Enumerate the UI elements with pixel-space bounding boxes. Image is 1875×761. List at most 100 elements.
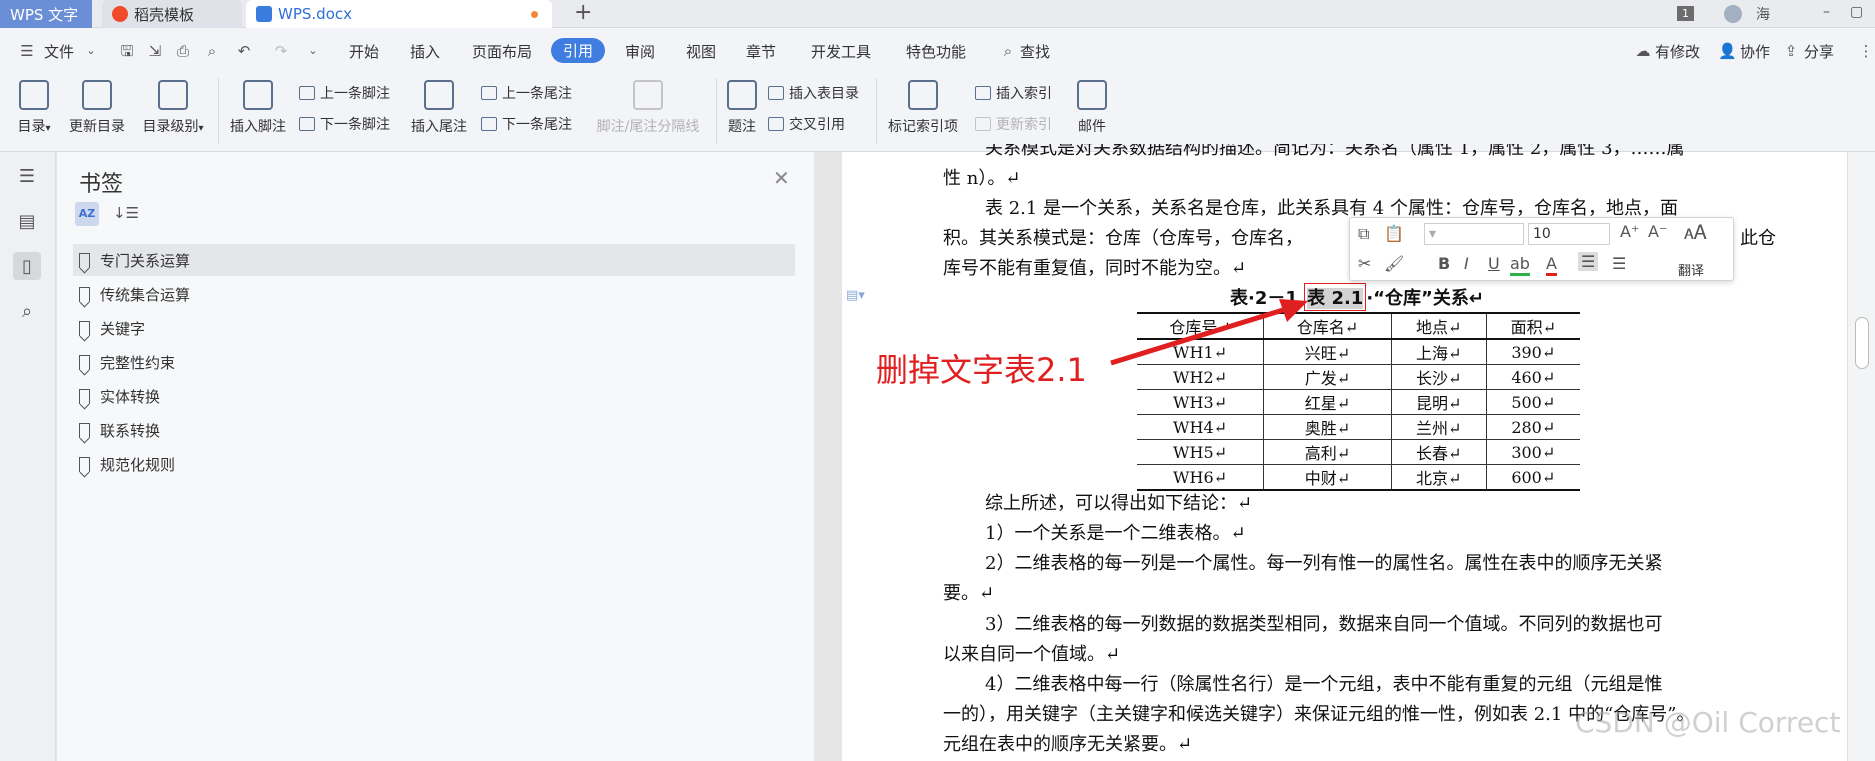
bookmark-item-icon bbox=[79, 456, 90, 472]
bold-icon[interactable]: B bbox=[1438, 254, 1450, 273]
cross-ref-button[interactable]: 交叉引用 bbox=[768, 114, 845, 134]
toc-button[interactable]: 目录▾ bbox=[12, 80, 56, 136]
table-cell: 390↵ bbox=[1485, 339, 1580, 365]
new-tab-plus-icon[interactable]: + bbox=[574, 0, 592, 26]
search-icon[interactable]: ⌕ bbox=[999, 42, 1017, 60]
mark-index-button[interactable]: 标记索引项 bbox=[884, 80, 962, 136]
minimize-icon[interactable]: – bbox=[1823, 4, 1830, 20]
paragraph-anchor-icon[interactable]: ▤▾ bbox=[846, 288, 865, 303]
restore-icon[interactable]: ▢ bbox=[1850, 4, 1863, 20]
table-cell: 280↵ bbox=[1485, 414, 1580, 440]
prev-endnote-button[interactable]: 上一条尾注 bbox=[481, 83, 572, 103]
print-preview-icon[interactable]: ⌕ bbox=[203, 42, 221, 60]
chevron-down-icon[interactable]: ⌄ bbox=[82, 42, 100, 60]
bookmark-item[interactable]: 关键字 bbox=[73, 312, 795, 344]
menu-layout[interactable]: 页面布局 bbox=[472, 41, 532, 62]
more-vertical-icon[interactable]: ⋮ bbox=[1857, 42, 1875, 60]
shrink-font-icon[interactable]: A⁻ bbox=[1648, 222, 1667, 241]
line-spacing-icon[interactable]: ☰ bbox=[1612, 254, 1626, 273]
menu-chapter[interactable]: 章节 bbox=[746, 41, 776, 62]
separator-icon bbox=[633, 80, 663, 110]
grow-font-icon[interactable]: A⁺ bbox=[1620, 222, 1639, 241]
find-icon[interactable]: ⌕ bbox=[13, 297, 41, 325]
search-button[interactable]: 查找 bbox=[1020, 41, 1050, 62]
redo-icon[interactable]: ↷ bbox=[272, 42, 290, 60]
more-chevron-icon[interactable]: ⌄ bbox=[304, 42, 322, 60]
copy-icon[interactable]: ⧉ bbox=[1358, 224, 1369, 244]
table-row: WH6↵ 中财↵ 北京↵ 600↵ bbox=[1137, 464, 1580, 490]
tab-document[interactable]: WPS.docx bbox=[246, 0, 552, 28]
insert-footnote-button[interactable]: 插入脚注 bbox=[227, 80, 289, 136]
mail-button[interactable]: 邮件 bbox=[1074, 80, 1110, 136]
menu-developer[interactable]: 开发工具 bbox=[811, 41, 871, 62]
insert-tof-button[interactable]: 插入表目录 bbox=[768, 83, 859, 103]
pages-icon[interactable]: ▤ bbox=[13, 207, 41, 235]
save-icon[interactable]: 🖫 bbox=[118, 42, 136, 60]
update-index-button[interactable]: 更新索引 bbox=[975, 114, 1052, 134]
translate-button[interactable]: 翻译 bbox=[1678, 260, 1704, 279]
insert-index-button[interactable]: 插入索引 bbox=[975, 83, 1052, 103]
menu-review[interactable]: 审阅 bbox=[625, 41, 655, 62]
table-cell: 上海↵ bbox=[1390, 339, 1487, 365]
tab-wps-label: WPS 文字 bbox=[10, 5, 79, 24]
bookmark-item[interactable]: 完整性约束 bbox=[73, 346, 795, 378]
scrollbar-thumb[interactable] bbox=[1855, 317, 1869, 369]
menu-references[interactable]: 引用 bbox=[551, 38, 606, 63]
update-toc-icon bbox=[82, 80, 112, 110]
separator-button[interactable]: 脚注/尾注分隔线 bbox=[590, 80, 706, 136]
underline-icon[interactable]: U bbox=[1488, 254, 1500, 273]
format-painter-icon[interactable]: 🖌 bbox=[1384, 254, 1404, 273]
toc-level-button[interactable]: 目录级别▾ bbox=[137, 80, 209, 136]
tab-template-label: 稻壳模板 bbox=[134, 5, 195, 24]
menu-view[interactable]: 视图 bbox=[686, 41, 716, 62]
modified-button[interactable]: 有修改 bbox=[1655, 41, 1700, 62]
bookmark-icon[interactable]: ▯ bbox=[13, 252, 41, 280]
window-count-badge[interactable]: 1 bbox=[1677, 6, 1694, 21]
next-footnote-button[interactable]: 下一条脚注 bbox=[299, 114, 390, 134]
font-name-select[interactable]: ▾ bbox=[1424, 223, 1524, 245]
align-icon[interactable]: ☰ bbox=[1578, 252, 1599, 271]
insert-endnote-button[interactable]: 插入尾注 bbox=[408, 80, 470, 136]
bookmark-item[interactable]: 实体转换 bbox=[73, 380, 795, 412]
next-endnote-button[interactable]: 下一条尾注 bbox=[481, 114, 572, 134]
bookmark-item[interactable]: 传统集合运算 bbox=[73, 278, 795, 310]
menu-start[interactable]: 开始 bbox=[349, 41, 379, 62]
sort-by-name-icon[interactable]: AZ bbox=[75, 202, 99, 226]
file-menu[interactable]: 文件 bbox=[44, 41, 74, 62]
tab-template[interactable]: 稻壳模板 bbox=[102, 0, 242, 28]
doc-line: 综上所述，可以得出如下结论：↵ bbox=[985, 493, 1253, 514]
highlight-icon[interactable]: ab bbox=[1510, 254, 1530, 276]
cut-icon[interactable]: ✂ bbox=[1358, 254, 1371, 273]
update-toc-label: 更新目录 bbox=[69, 119, 125, 135]
font-size-select[interactable]: 10 bbox=[1528, 223, 1610, 245]
collaborate-button[interactable]: 协作 bbox=[1740, 41, 1770, 62]
undo-icon[interactable]: ↶ bbox=[235, 42, 253, 60]
tab-wps-home[interactable]: WPS 文字 bbox=[0, 0, 92, 28]
table-cell: 兰州↵ bbox=[1390, 414, 1487, 440]
close-icon[interactable]: ✕ bbox=[773, 166, 790, 190]
bookmark-item[interactable]: 联系转换 bbox=[73, 414, 795, 446]
bookmark-item[interactable]: 专门关系运算 bbox=[73, 244, 795, 276]
paste-icon[interactable]: 📋 bbox=[1384, 224, 1404, 243]
menu-insert[interactable]: 插入 bbox=[410, 41, 440, 62]
export-icon[interactable]: ⇲ bbox=[146, 42, 164, 60]
caption-button[interactable]: 题注 bbox=[724, 80, 760, 136]
font-color-icon[interactable]: A bbox=[1546, 254, 1557, 276]
table-cell: 300↵ bbox=[1485, 439, 1580, 465]
italic-icon[interactable]: I bbox=[1464, 254, 1469, 273]
bookmark-item[interactable]: 规范化规则 bbox=[73, 448, 795, 480]
hamburger-icon[interactable]: ☰ bbox=[18, 42, 36, 60]
outline-icon[interactable]: ☰ bbox=[13, 162, 41, 190]
sort-by-position-icon[interactable]: ↓☰ bbox=[113, 204, 139, 222]
table-cell: WH6↵ bbox=[1173, 467, 1228, 487]
prev-footnote-button[interactable]: 上一条脚注 bbox=[299, 83, 390, 103]
table-cell: 500↵ bbox=[1485, 389, 1580, 415]
vertical-scrollbar[interactable] bbox=[1847, 152, 1875, 761]
share-button[interactable]: 分享 bbox=[1804, 41, 1834, 62]
table-cell: 长春↵ bbox=[1390, 439, 1487, 465]
translate-icon[interactable]: 🗚 bbox=[1684, 220, 1707, 244]
update-toc-button[interactable]: 更新目录 bbox=[64, 80, 130, 136]
print-icon[interactable]: ⎙ bbox=[174, 42, 192, 60]
menu-features[interactable]: 特色功能 bbox=[906, 41, 966, 62]
avatar[interactable] bbox=[1724, 5, 1742, 23]
